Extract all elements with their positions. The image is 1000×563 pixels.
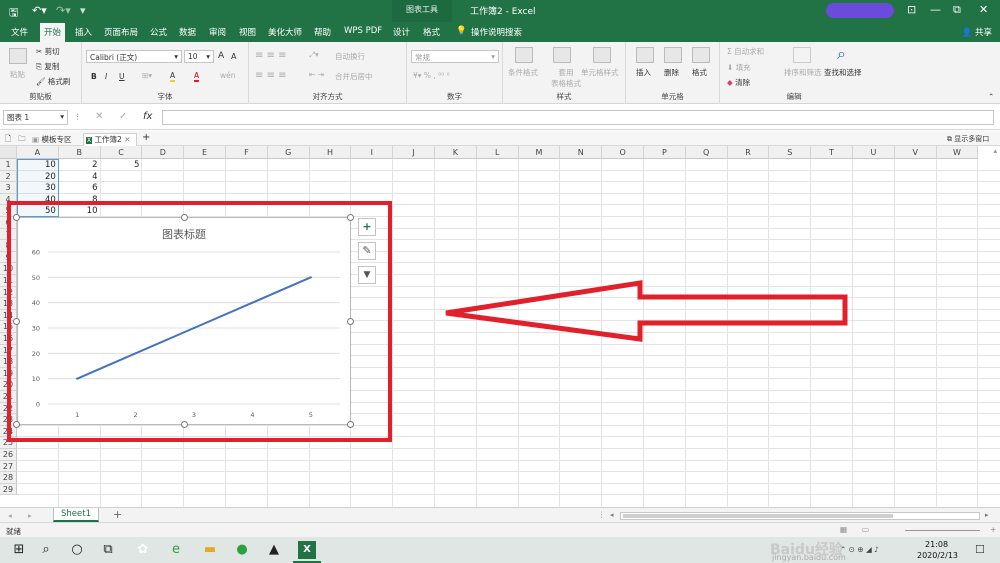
clock-time[interactable]: 21:08 (925, 540, 948, 549)
windows-start-icon[interactable]: ⊞ (10, 541, 28, 559)
clock-date[interactable]: 2020/2/13 (917, 551, 958, 560)
tray-icons[interactable]: ⌃ ⊙ ⊕ ◢ ♪ (840, 545, 879, 554)
search-icon[interactable]: ⌕ (37, 541, 55, 559)
excel-app-icon[interactable]: X (298, 541, 316, 559)
photos-icon[interactable]: ▲ (265, 541, 283, 559)
scroll-right-icon[interactable]: ▸ (985, 511, 989, 519)
horizontal-scrollbar[interactable] (620, 512, 980, 520)
notification-icon[interactable]: ☐ (975, 543, 985, 556)
status-text: 就绪 (6, 527, 21, 536)
horizontal-scroll-thumb[interactable] (623, 514, 893, 518)
sheet-bar-menu-icon: ⋮ (598, 510, 606, 519)
file-explorer-icon[interactable]: ▬ (201, 541, 219, 559)
add-sheet-button[interactable]: + (113, 508, 122, 521)
zoom-slider[interactable] (905, 530, 980, 531)
task-view-icon[interactable]: ⧉ (99, 541, 117, 559)
page-layout-icon[interactable]: ▭ (862, 525, 869, 534)
browser-icon[interactable]: e (167, 541, 185, 559)
annotation-arrow (445, 280, 848, 342)
zoom-in-icon[interactable]: + (990, 525, 996, 534)
windows-taskbar: ⊞ ⌕ ○ ⧉ ✿ e ▬ ● ▲ X Baidu经验 jingyan.baid… (0, 537, 1000, 563)
scroll-left-icon[interactable]: ◂ (610, 511, 614, 519)
sheet-nav-next-icon[interactable]: ▸ (28, 511, 32, 520)
watermark-url: jingyan.baidu.com (772, 553, 846, 562)
sheet-tab-bar: ◂ ▸ Sheet1 + ⋮ ◂ ▸ (0, 507, 1000, 522)
sheet-tab-sheet1[interactable]: Sheet1 (53, 508, 99, 522)
app-pinwheel-icon[interactable]: ✿ (134, 541, 152, 559)
sheet-nav-prev-icon[interactable]: ◂ (8, 511, 12, 520)
status-bar: 就绪 ▦ ▭ + (0, 522, 1000, 537)
normal-view-icon[interactable]: ▦ (840, 525, 847, 534)
wechat-icon[interactable]: ● (233, 541, 251, 559)
cortana-icon[interactable]: ○ (68, 541, 86, 559)
left-arrow-icon (445, 280, 848, 342)
